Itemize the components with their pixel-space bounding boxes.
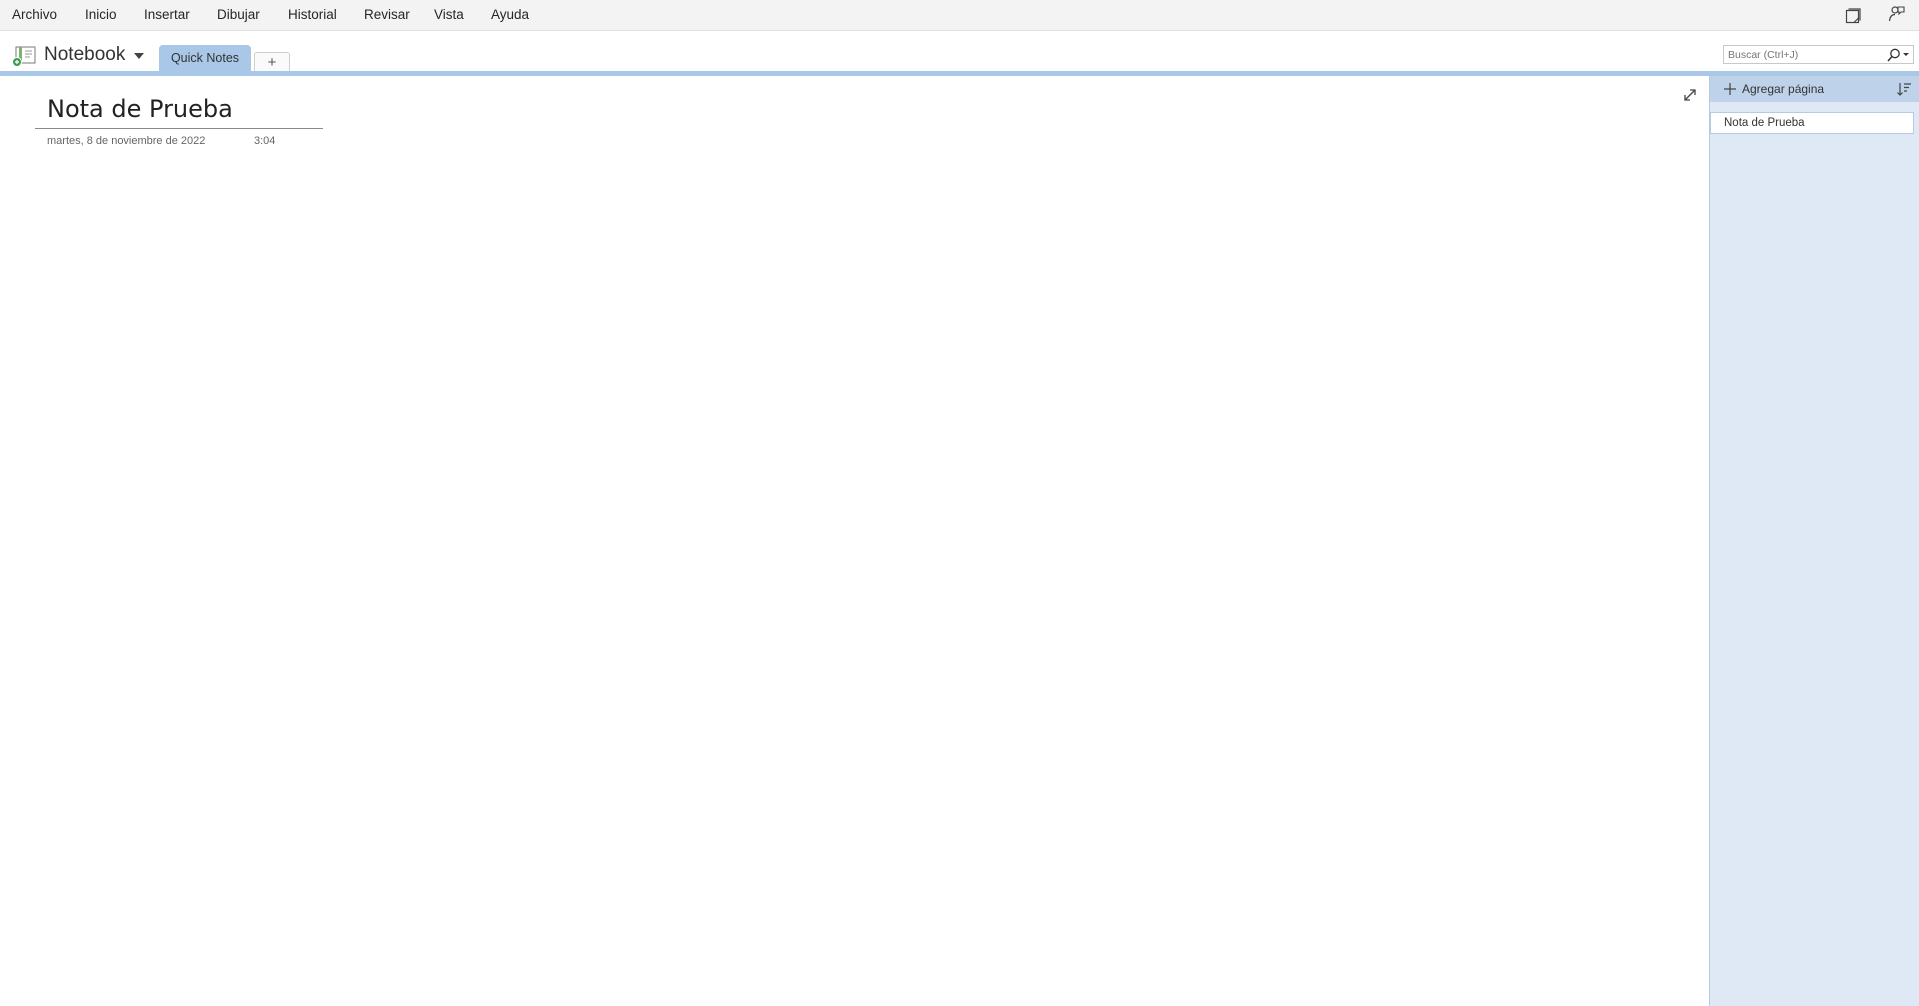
page-time: 3:04: [254, 135, 276, 147]
menu-ayuda[interactable]: Ayuda: [491, 7, 529, 22]
search-box: [1723, 45, 1914, 64]
search-input[interactable]: [1724, 46, 1884, 63]
add-section-button[interactable]: +: [254, 52, 290, 72]
sort-icon[interactable]: [1896, 81, 1912, 97]
ribbon-menu-bar: Archivo Inicio Insertar Dibujar Historia…: [0, 0, 1919, 31]
menu-insertar[interactable]: Insertar: [144, 7, 190, 22]
add-page-label: Agregar página: [1742, 82, 1825, 96]
menu-archivo[interactable]: Archivo: [12, 7, 57, 22]
onenote-window: Archivo Inicio Insertar Dibujar Historia…: [0, 0, 1919, 1006]
sticky-note-icon[interactable]: [1843, 6, 1863, 26]
search-icon[interactable]: [1883, 47, 1911, 63]
menu-vista[interactable]: Vista: [434, 7, 464, 22]
menu-dibujar[interactable]: Dibujar: [217, 7, 260, 22]
menu-historial[interactable]: Historial: [288, 7, 337, 22]
page-list-pane: Agregar página Nota de Prueba: [1709, 76, 1919, 1006]
tab-quick-notes[interactable]: Quick Notes: [159, 45, 251, 72]
page-canvas[interactable]: Nota de Prueba martes, 8 de noviembre de…: [0, 76, 1709, 1006]
page-date: martes, 8 de noviembre de 2022: [47, 135, 206, 147]
add-page-button[interactable]: Agregar página: [1710, 76, 1919, 102]
menu-revisar[interactable]: Revisar: [364, 7, 410, 22]
page-list-item[interactable]: Nota de Prueba: [1710, 112, 1914, 134]
expand-icon[interactable]: [1681, 86, 1699, 104]
notebook-name[interactable]: Notebook: [44, 44, 125, 66]
chevron-down-icon[interactable]: [133, 52, 145, 60]
immersive-reader-icon[interactable]: [1887, 4, 1907, 24]
page-title[interactable]: Nota de Prueba: [47, 95, 233, 123]
plus-icon: [1724, 83, 1736, 95]
title-underline: [35, 128, 323, 129]
notebook-section-bar: Notebook Quick Notes +: [0, 31, 1919, 72]
menu-inicio[interactable]: Inicio: [85, 7, 117, 22]
notebook-icon[interactable]: [11, 45, 37, 67]
